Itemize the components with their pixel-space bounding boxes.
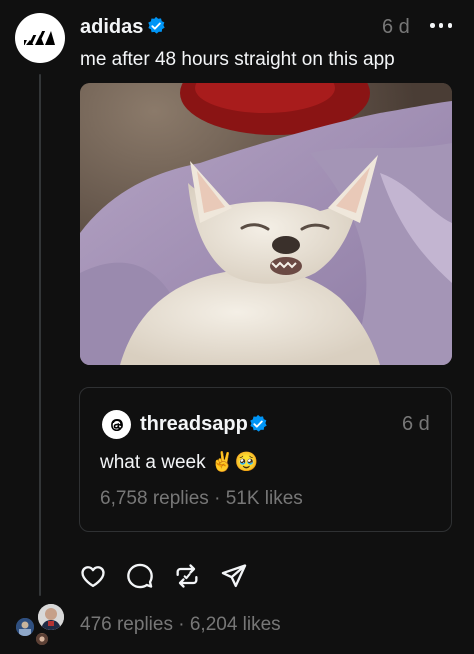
reply-avatar-small xyxy=(16,618,34,636)
user-photo-icon xyxy=(38,604,64,630)
verified-badge-icon xyxy=(148,16,165,34)
quoted-replies-count[interactable]: 6,758 replies xyxy=(100,488,209,509)
adidas-avatar[interactable] xyxy=(15,13,65,63)
threadsapp-avatar[interactable] xyxy=(102,410,131,439)
share-icon[interactable] xyxy=(220,562,248,590)
likes-count[interactable]: 6,204 likes xyxy=(190,614,281,635)
action-bar xyxy=(79,562,248,590)
verified-badge-icon xyxy=(250,414,267,432)
quoted-username[interactable]: threadsapp xyxy=(140,412,248,436)
post-timestamp: 6 d xyxy=(382,16,410,38)
quoted-post-card[interactable]: threadsapp 6 d what a week ✌️🥹 6,758 rep… xyxy=(79,387,452,532)
reply-avatar-tiny xyxy=(36,633,48,645)
post-image[interactable] xyxy=(80,83,452,365)
stats-separator: · xyxy=(178,614,185,635)
quoted-likes-count[interactable]: 51K likes xyxy=(226,488,303,509)
post-caption: me after 48 hours straight on this app xyxy=(80,49,395,70)
quoted-stats: 6,758 replies · 51K likes xyxy=(100,487,303,511)
stats-separator: · xyxy=(214,488,221,509)
heart-icon[interactable] xyxy=(79,562,107,590)
quoted-timestamp: 6 d xyxy=(402,413,430,435)
post-stats: 476 replies · 6,204 likes xyxy=(80,613,281,637)
threads-logo-icon xyxy=(110,418,123,431)
quoted-text: what a week ✌️🥹 xyxy=(100,452,259,473)
chihuahua-photo-icon xyxy=(80,83,452,365)
adidas-logo-icon xyxy=(24,31,55,45)
user-photo-icon xyxy=(16,618,34,636)
reply-avatar-large xyxy=(38,604,64,630)
replies-count[interactable]: 476 replies xyxy=(80,614,173,635)
comment-icon[interactable] xyxy=(126,562,154,590)
thread-line xyxy=(39,74,41,596)
repost-icon[interactable] xyxy=(173,562,201,590)
user-photo-icon xyxy=(36,634,48,645)
post-username[interactable]: adidas xyxy=(80,15,143,39)
reply-avatars[interactable] xyxy=(16,604,66,648)
more-options-icon[interactable] xyxy=(430,23,452,29)
